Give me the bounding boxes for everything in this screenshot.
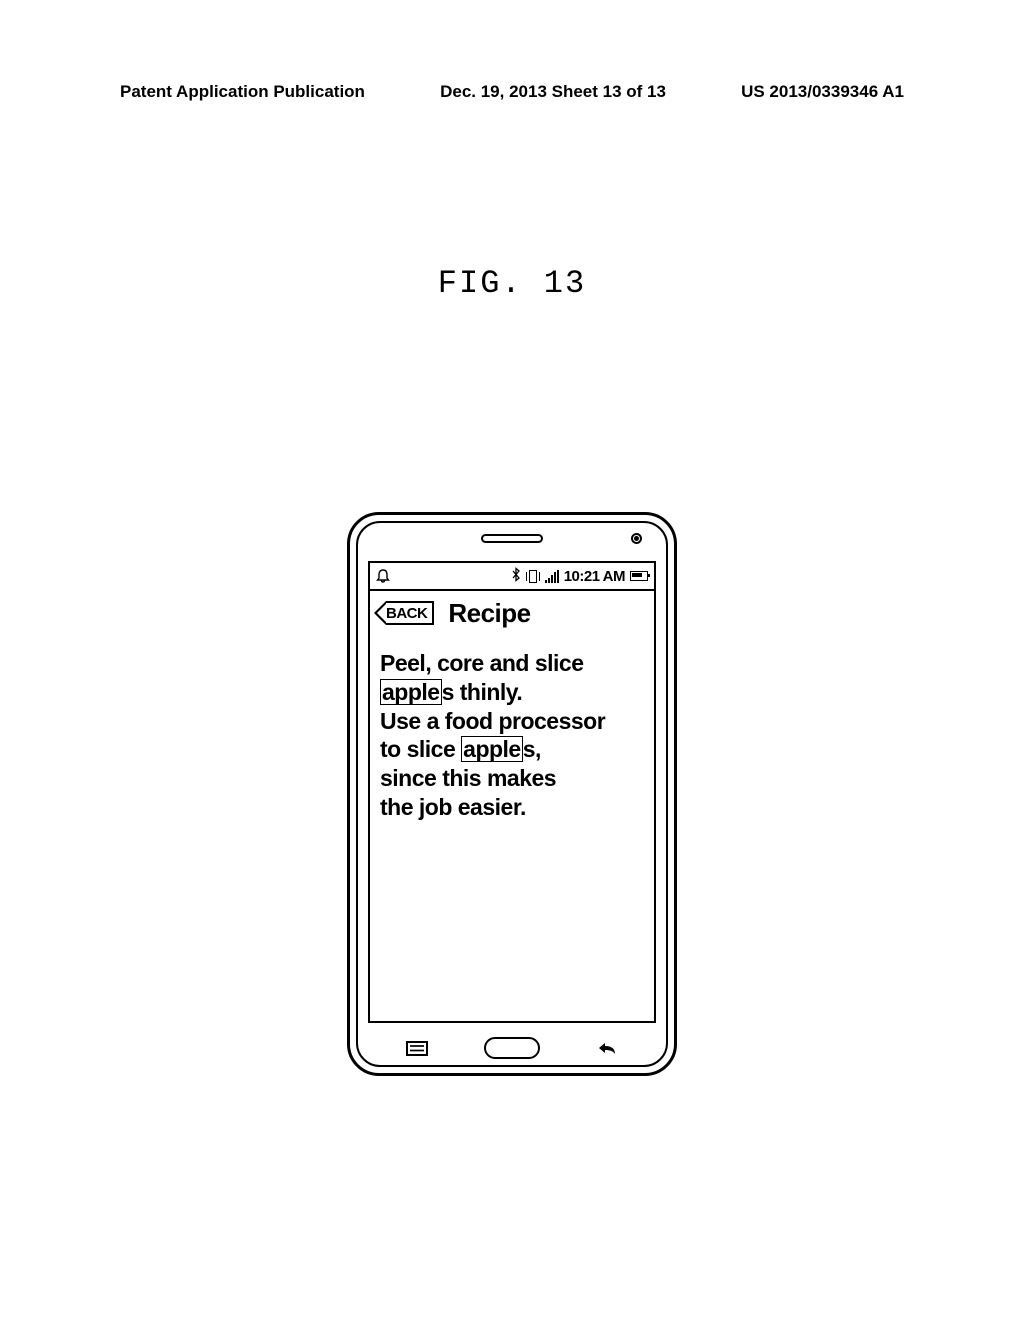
- recipe-line-1: Peel, core and slice: [380, 649, 644, 678]
- back-hardware-button-icon[interactable]: [596, 1040, 618, 1056]
- earpiece: [481, 534, 543, 543]
- phone-screen: 10:21 AM BACK Recipe Peel, core and slic…: [368, 561, 656, 1023]
- highlighted-word[interactable]: apple: [461, 736, 523, 762]
- vibrate-icon: [526, 570, 540, 583]
- publication-number: US 2013/0339346 A1: [741, 82, 904, 102]
- status-time: 10:21 AM: [564, 568, 625, 585]
- phone-device: 10:21 AM BACK Recipe Peel, core and slic…: [347, 512, 677, 1076]
- title-bar: BACK Recipe: [370, 591, 654, 635]
- recipe-line-5: since this makes: [380, 764, 644, 793]
- page-header: Patent Application Publication Dec. 19, …: [0, 82, 1024, 102]
- notification-bell-icon: [376, 569, 390, 583]
- recipe-line-4: to slice apples,: [380, 735, 644, 764]
- recipe-line-6: the job easier.: [380, 793, 644, 822]
- status-bar: 10:21 AM: [370, 563, 654, 591]
- front-camera-icon: [631, 533, 642, 544]
- signal-icon: [545, 570, 559, 583]
- highlighted-word[interactable]: apple: [380, 679, 442, 705]
- page-title: Recipe: [448, 598, 530, 629]
- recipe-line-3: Use a food processor: [380, 707, 644, 736]
- hardware-buttons: [350, 1037, 674, 1059]
- back-button-label: BACK: [386, 605, 427, 622]
- home-button[interactable]: [484, 1037, 540, 1059]
- recipe-content: Peel, core and slice apples thinly. Use …: [370, 635, 654, 1021]
- bluetooth-icon: [511, 567, 521, 586]
- menu-button-icon[interactable]: [406, 1041, 428, 1056]
- battery-icon: [630, 571, 648, 581]
- date-sheet-label: Dec. 19, 2013 Sheet 13 of 13: [440, 82, 666, 102]
- back-button[interactable]: BACK: [386, 601, 434, 625]
- figure-label: FIG. 13: [0, 265, 1024, 302]
- recipe-line-2: apples thinly.: [380, 678, 644, 707]
- publication-label: Patent Application Publication: [120, 82, 365, 102]
